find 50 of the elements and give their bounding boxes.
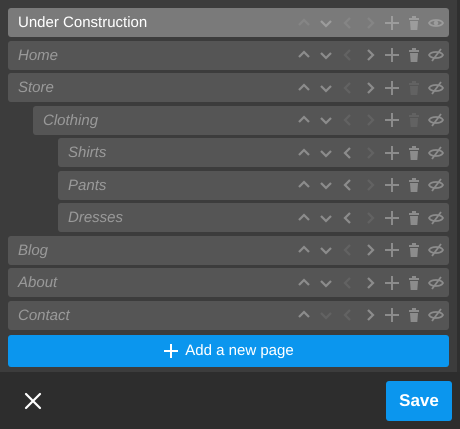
page-title: Contact [18, 306, 72, 324]
page-title: Under Construction [18, 14, 148, 31]
page-title: Shirts [68, 144, 108, 161]
plus-icon[interactable] [384, 274, 400, 290]
plus-icon[interactable] [384, 47, 400, 63]
plus-icon[interactable] [384, 307, 400, 323]
trash-icon[interactable] [406, 177, 422, 193]
plus-icon[interactable] [384, 80, 400, 96]
plus-icon[interactable] [384, 177, 400, 193]
trash-icon[interactable] [406, 307, 422, 323]
eye-slash-icon[interactable] [428, 80, 444, 96]
add-page-button[interactable]: Add a new page [8, 334, 449, 366]
trash-icon[interactable] [406, 274, 422, 290]
page-row[interactable]: Dresses [58, 203, 449, 232]
trash-icon[interactable] [406, 14, 422, 30]
eye-slash-icon[interactable] [428, 210, 444, 226]
trash-icon[interactable] [406, 242, 422, 258]
trash-icon[interactable] [406, 144, 422, 160]
eye-slash-icon[interactable] [428, 274, 444, 290]
page-row[interactable]: About [8, 268, 449, 297]
page-row[interactable]: Clothing [33, 106, 449, 134]
eye-slash-icon[interactable] [428, 242, 444, 258]
page-row[interactable]: Shirts [58, 138, 449, 167]
page-row[interactable]: Home [8, 40, 449, 70]
page-title: Pants [68, 176, 108, 194]
page-row[interactable]: Under Construction [8, 8, 449, 37]
page-title: Store [18, 79, 55, 96]
page-title: Blog [18, 242, 50, 258]
page-title: Clothing [43, 112, 100, 128]
page-title: Home [18, 46, 60, 64]
trash-icon[interactable] [406, 210, 422, 226]
page-row[interactable]: Pants [58, 170, 449, 200]
eye-slash-icon[interactable] [428, 144, 444, 160]
plus-icon[interactable] [384, 144, 400, 160]
eye-slash-icon[interactable] [428, 177, 444, 193]
eye-slash-icon[interactable] [428, 112, 444, 128]
page-row[interactable]: Store [8, 73, 449, 102]
trash-icon[interactable] [406, 47, 422, 63]
page-title: About [18, 274, 59, 291]
plus-icon[interactable] [384, 210, 400, 226]
plus-icon[interactable] [384, 242, 400, 258]
eye-slash-icon[interactable] [428, 307, 444, 323]
plus-icon[interactable] [384, 14, 400, 30]
save-button[interactable]: Save [386, 380, 452, 420]
page-row[interactable]: Blog [8, 236, 449, 264]
plus-icon[interactable] [384, 112, 400, 128]
page-title: Dresses [68, 209, 124, 226]
plus-icon [163, 342, 180, 358]
page-row[interactable]: Contact [8, 300, 449, 330]
eye-slash-icon[interactable] [428, 47, 444, 63]
